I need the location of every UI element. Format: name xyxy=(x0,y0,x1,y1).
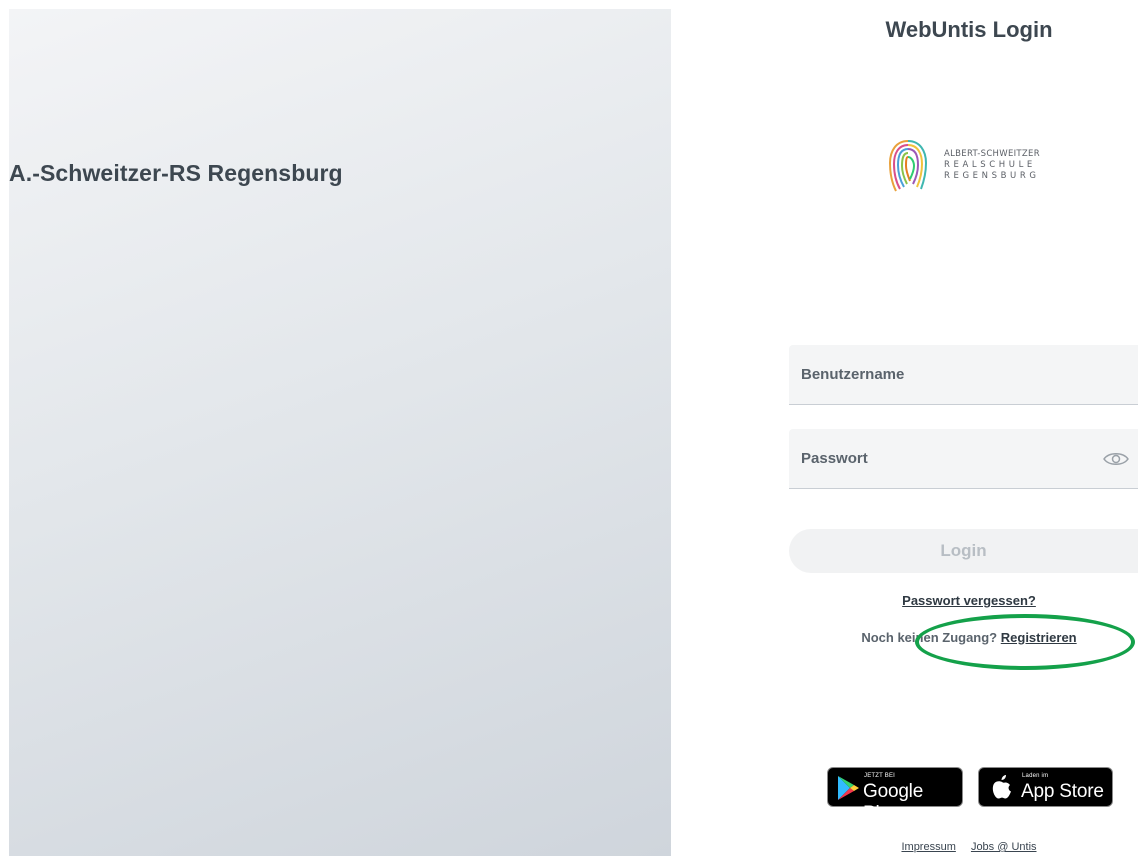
eye-icon[interactable] xyxy=(1102,449,1130,469)
apple-icon xyxy=(992,775,1011,799)
school-name: A.-Schweitzer-RS Regensburg xyxy=(9,160,343,186)
highlight-annotation xyxy=(915,614,1135,670)
background-panel: A.-Schweitzer-RS Regensburg xyxy=(9,9,671,856)
username-placeholder: Benutzername xyxy=(801,366,905,383)
google-play-big-text: Google Play xyxy=(863,781,924,824)
logo-text-line2: REALSCHULE xyxy=(944,160,1036,170)
logo-text: ALBERT-SCHWEITZER REALSCHULE REGENSBURG xyxy=(944,149,1040,182)
login-button[interactable]: Login xyxy=(789,529,1138,573)
footer-links: Impressum Jobs @ Untis xyxy=(671,841,1138,853)
app-store-big-text: App Store xyxy=(1021,781,1104,802)
impressum-link[interactable]: Impressum xyxy=(901,841,955,853)
login-panel: WebUntis Login ALBERT-SCHWEITZER REALSCH… xyxy=(671,0,1138,856)
google-play-badge[interactable]: JETZT BEI Google Play xyxy=(827,767,963,824)
logo-text-line3: REGENSBURG xyxy=(944,171,1040,181)
app-store-small-text: Laden im xyxy=(1022,773,1049,779)
forgot-password-link[interactable]: Passwort vergessen? xyxy=(671,593,1138,608)
google-play-icon xyxy=(838,776,859,800)
password-field[interactable]: Passwort xyxy=(789,429,1138,489)
logo-text-line1: ALBERT-SCHWEITZER xyxy=(944,149,1040,159)
fingerprint-logo-icon xyxy=(888,140,928,192)
login-title: WebUntis Login xyxy=(885,17,1053,42)
app-store-badge[interactable]: Laden im App Store xyxy=(978,767,1113,807)
username-field[interactable]: Benutzername xyxy=(789,345,1138,405)
school-logo: ALBERT-SCHWEITZER REALSCHULE REGENSBURG xyxy=(886,135,1066,199)
password-placeholder: Passwort xyxy=(801,450,868,467)
jobs-link[interactable]: Jobs @ Untis xyxy=(971,841,1037,853)
google-play-small-text: JETZT BEI xyxy=(864,773,896,779)
